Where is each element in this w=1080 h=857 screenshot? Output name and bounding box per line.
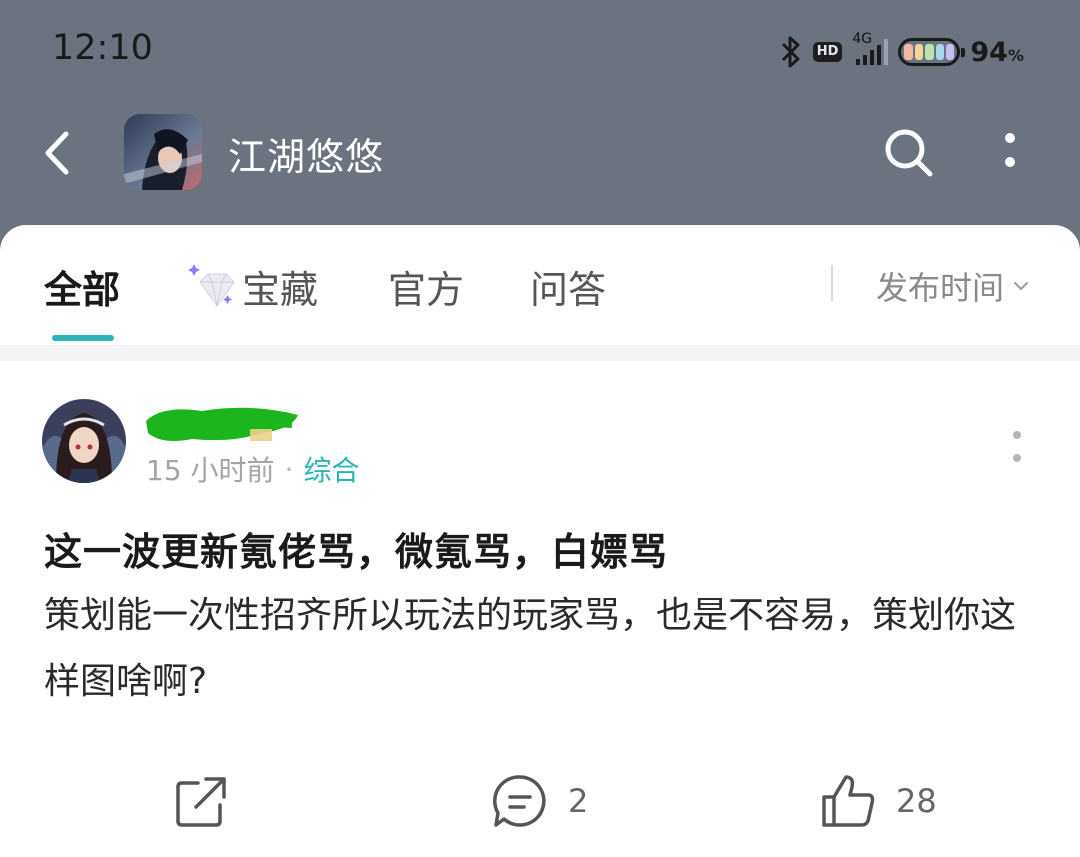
status-time: 12:10: [52, 28, 153, 68]
tab-qa[interactable]: 问答: [530, 259, 606, 314]
comment-count: 2: [568, 782, 589, 820]
post-actions: 2 28: [0, 761, 1080, 841]
post-title[interactable]: 这一波更新氪佬骂，微氪骂，白嫖骂: [44, 521, 668, 576]
active-tab-indicator: [52, 335, 114, 341]
app-icon[interactable]: [124, 114, 202, 190]
post-body[interactable]: 策划能一次性招齐所以玩法的玩家骂，也是不容易，策划你这样图啥啊?: [44, 583, 1034, 715]
redaction-mark: [146, 407, 298, 441]
hd-icon: HD: [812, 42, 843, 62]
share-icon: [176, 777, 226, 827]
post-meta: 15 小时前 · 综合: [146, 449, 359, 489]
battery-percent-value: 94: [970, 36, 1008, 68]
share-button[interactable]: [172, 761, 232, 841]
content-sheet: 全部 宝藏 官方 问答 发布时间 15 小时前 · 综合 这一波更新氪佬骂，微氪…: [0, 225, 1080, 857]
post-category[interactable]: 综合: [303, 449, 359, 489]
tab-treasure[interactable]: 宝藏: [186, 259, 318, 314]
battery-icon: [898, 38, 966, 66]
section-divider: [0, 345, 1080, 361]
status-icons: HD 4G 94%: [779, 31, 1024, 72]
chevron-down-icon: [1014, 282, 1029, 291]
post-card[interactable]: 15 小时前 · 综合 这一波更新氪佬骂，微氪骂，白嫖骂 策划能一次性招齐所以玩…: [0, 361, 1080, 857]
comment-icon: [493, 775, 546, 827]
status-bar: 12:10 HD 4G 94%: [0, 0, 1080, 100]
tab-divider: [831, 265, 833, 301]
tab-official[interactable]: 官方: [388, 259, 464, 314]
network-label: 4G: [852, 31, 873, 47]
tab-all[interactable]: 全部: [44, 259, 120, 314]
diamond-icon: [188, 263, 235, 307]
comment-button[interactable]: 2: [490, 761, 588, 841]
tab-treasure-label: 宝藏: [242, 268, 319, 312]
search-icon[interactable]: [880, 124, 938, 182]
bluetooth-icon: [781, 36, 800, 68]
tab-bar: 全部 宝藏 官方 问答 发布时间: [0, 225, 1080, 345]
signal-4g-icon: 4G: [852, 31, 889, 65]
app-header: 江湖悠悠: [0, 100, 1080, 210]
page-title: 江湖悠悠: [228, 135, 385, 179]
avatar[interactable]: [42, 399, 126, 483]
like-count: 28: [896, 782, 937, 820]
more-vertical-icon[interactable]: [1004, 425, 1030, 491]
meta-separator: ·: [284, 452, 294, 486]
more-vertical-icon[interactable]: [990, 124, 1030, 182]
like-button[interactable]: 28: [818, 761, 937, 841]
chevron-left-icon[interactable]: [38, 128, 78, 178]
battery-percent-sign: %: [1007, 45, 1024, 65]
thumbs-up-icon: [822, 775, 875, 827]
sort-dropdown[interactable]: 发布时间: [876, 263, 1030, 309]
post-time: 15 小时前: [146, 454, 275, 487]
sort-label: 发布时间: [876, 269, 1005, 307]
battery-percent: 94%: [970, 37, 1024, 68]
